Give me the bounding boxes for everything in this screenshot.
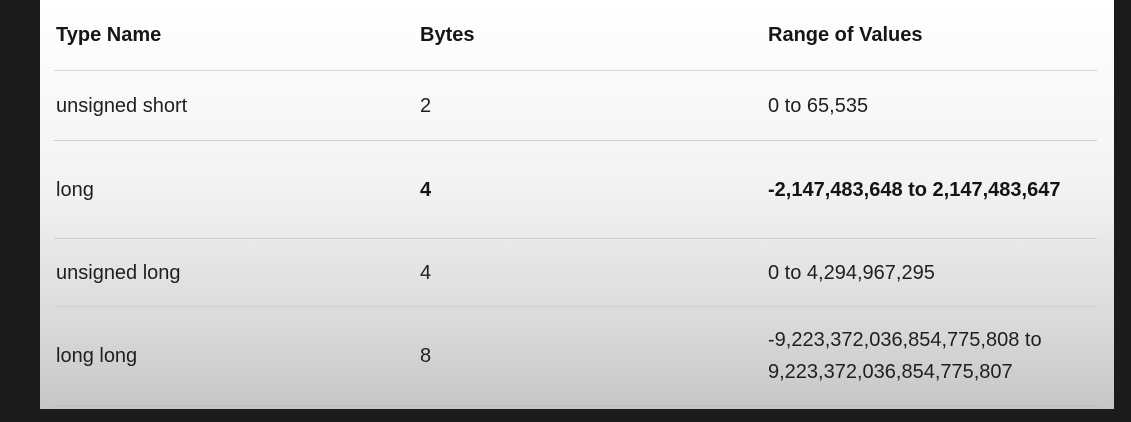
table-row: unsigned long 4 0 to 4,294,967,295 <box>54 238 1097 307</box>
cell-bytes: 2 <box>418 70 766 141</box>
table-row: unsigned short 2 0 to 65,535 <box>54 70 1097 141</box>
cell-range: -2,147,483,648 to 2,147,483,647 <box>766 140 1097 239</box>
cell-range: 0 to 65,535 <box>766 70 1097 141</box>
header-bytes: Bytes <box>418 0 766 71</box>
cell-type-name: unsigned long <box>54 238 418 307</box>
cell-range: -9,223,372,036,854,775,808 to 9,223,372,… <box>766 306 1097 406</box>
cell-bytes: 4 <box>418 238 766 307</box>
cell-range: 0 to 4,294,967,295 <box>766 238 1097 307</box>
cell-type-name: long long <box>54 306 418 406</box>
table-header-row: Type Name Bytes Range of Values <box>54 0 1097 71</box>
header-type-name: Type Name <box>54 0 418 71</box>
cell-bytes: 4 <box>418 140 766 239</box>
table-row: long 4 -2,147,483,648 to 2,147,483,647 <box>54 140 1097 239</box>
cell-bytes: 8 <box>418 306 766 406</box>
data-type-table: Type Name Bytes Range of Values unsigned… <box>54 0 1097 406</box>
table-row: long long 8 -9,223,372,036,854,775,808 t… <box>54 306 1097 406</box>
content-panel: Type Name Bytes Range of Values unsigned… <box>40 0 1114 409</box>
cell-type-name: unsigned short <box>54 70 418 141</box>
header-range-of-values: Range of Values <box>766 0 1097 71</box>
cell-type-name: long <box>54 140 418 239</box>
